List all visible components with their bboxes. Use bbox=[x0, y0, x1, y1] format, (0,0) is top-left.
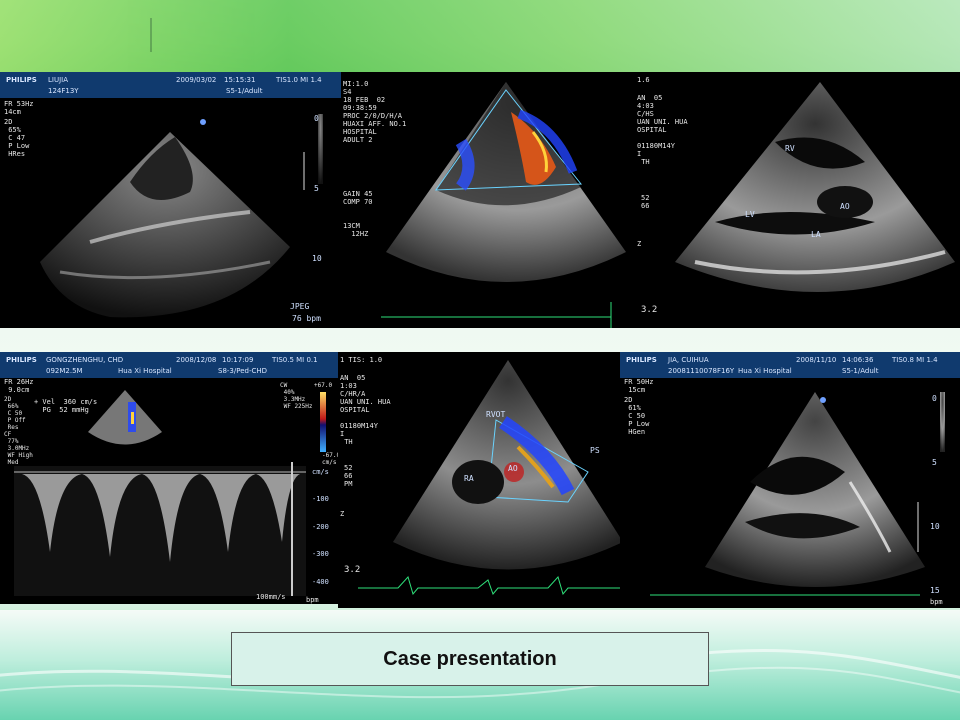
label-ao: AO bbox=[508, 464, 518, 473]
depth-tick-15: 15 bbox=[930, 586, 940, 595]
sweep-speed: 100mm/s bbox=[256, 593, 286, 601]
caption-text: Case presentation bbox=[383, 647, 557, 670]
doppler-tick-300: -300 bbox=[312, 550, 329, 558]
bottom-value: 3.2 bbox=[344, 565, 361, 575]
depth-tick-0: 0 bbox=[314, 114, 319, 123]
depth-tick-0: 0 bbox=[932, 394, 937, 403]
echo-panel-4: PHILIPS GONGZHENGHU, CHD 092M2.5M Hua Xi… bbox=[0, 352, 338, 604]
label-rvot: RVOT bbox=[486, 410, 506, 419]
bottom-value: 3.2 bbox=[641, 305, 658, 315]
heart-rate: bpm bbox=[930, 598, 943, 606]
gain-values: 52 66 PM bbox=[344, 464, 353, 488]
machine-info: AN 05 1:03 C/HR/A UAN UNI. HUA OSPITAL 0… bbox=[340, 374, 391, 446]
z-marker: Z bbox=[340, 510, 345, 518]
ultrasound-image bbox=[40, 114, 323, 318]
doppler-image bbox=[14, 390, 326, 596]
depth-tick-10: 10 bbox=[312, 254, 322, 263]
depth-freq: 13CM 12HZ bbox=[343, 222, 369, 238]
depth-tick-10: 10 bbox=[930, 522, 940, 531]
gain-values: 52 66 bbox=[641, 194, 650, 210]
top-value: 1.6 bbox=[637, 76, 650, 84]
z-marker: Z bbox=[637, 240, 642, 248]
ultrasound-image bbox=[650, 392, 945, 596]
depth-tick-5: 5 bbox=[932, 458, 937, 467]
heart-rate: bpm bbox=[306, 596, 319, 604]
label-ao: AO bbox=[840, 202, 850, 211]
echo-panel-5: 1 TIS: 1.0 AN 05 1:03 C/HR/A UAN UNI. HU… bbox=[338, 352, 620, 608]
doppler-tick-100: -100 bbox=[312, 495, 329, 503]
machine-info: AN 05 4:03 C/HS UAN UNI. HUA OSPITAL 011… bbox=[637, 94, 688, 166]
echo-panel-3: 1.6 AN 05 4:03 C/HS UAN UNI. HUA OSPITAL… bbox=[635, 72, 960, 328]
label-la: LA bbox=[811, 230, 821, 239]
doppler-tick-unit: cm/s bbox=[312, 468, 329, 476]
jpeg-label: JPEG bbox=[290, 302, 310, 311]
echo-panel-1: PHILIPS LIUJIA 124F13Y 2009/03/02 15:15:… bbox=[0, 72, 341, 328]
echo-panel-2: MI:1.0 S4 18 FEB 02 09:38:59 PROC 2/0/D/… bbox=[341, 72, 635, 328]
gain-comp: GAIN 45 COMP 70 bbox=[343, 190, 373, 206]
label-lv: LV bbox=[745, 210, 755, 219]
depth-tick-5: 5 bbox=[314, 184, 319, 193]
machine-info: MI:1.0 S4 18 FEB 02 09:38:59 PROC 2/0/D/… bbox=[343, 80, 407, 144]
caption-box: Case presentation bbox=[231, 632, 709, 686]
top-value: 1 TIS: 1.0 bbox=[340, 356, 383, 364]
echo-panel-6: PHILIPS JIA, CUIHUA 20081110078F16Y Hua … bbox=[620, 352, 960, 608]
label-rv: RV bbox=[785, 144, 795, 153]
top-decorative-band bbox=[0, 0, 960, 72]
label-ps: PS bbox=[590, 446, 600, 455]
heart-rate: 76 bpm bbox=[292, 314, 321, 323]
doppler-tick-200: -200 bbox=[312, 523, 329, 531]
label-ra: RA bbox=[464, 474, 474, 483]
doppler-tick-400: -400 bbox=[312, 578, 329, 586]
